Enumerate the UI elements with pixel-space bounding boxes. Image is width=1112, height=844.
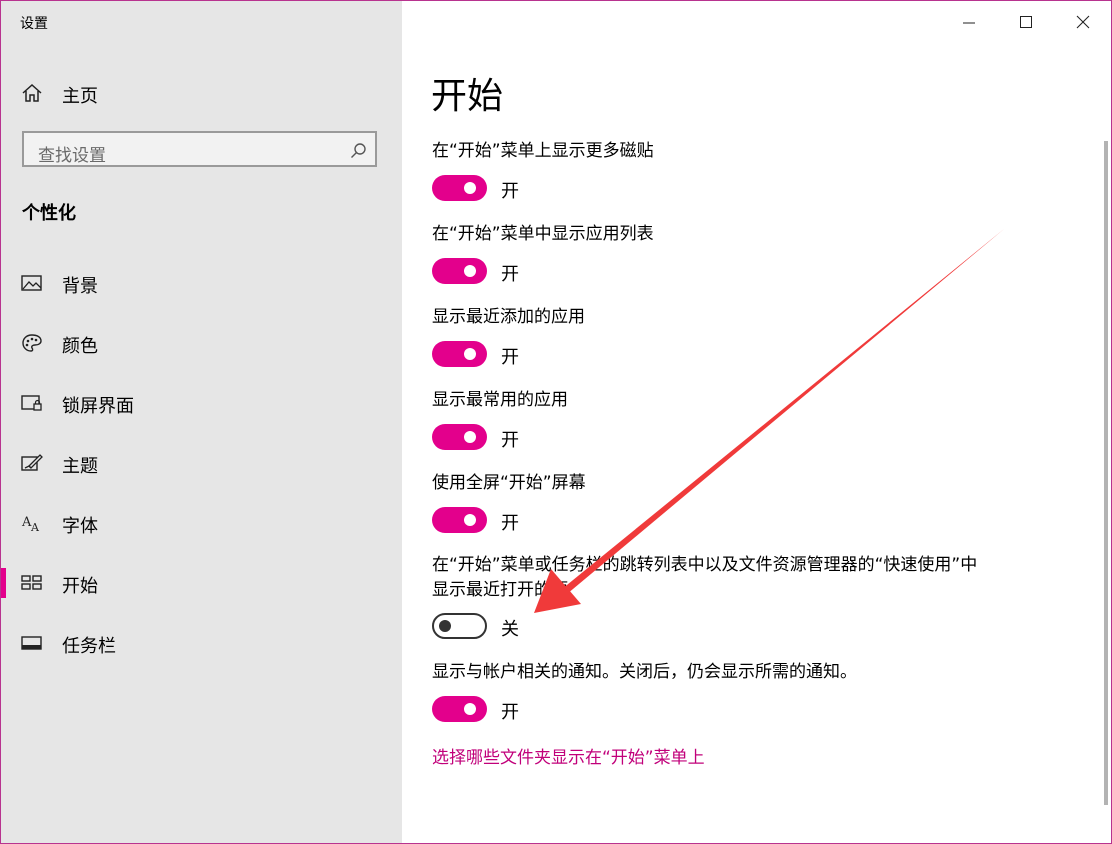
toggle-knob [464,703,476,715]
toggle-knob [464,348,476,360]
setting-label-recent-apps: 显示最近添加的应用 [432,307,585,327]
sidebar-home-label: 主页 [62,86,98,107]
svg-text:A: A [30,521,40,533]
window-title: 设置 [20,16,48,32]
sidebar-item-colors[interactable]: 颜色 [1,320,402,366]
active-indicator [1,568,6,598]
sidebar-item-label: 锁屏界面 [62,396,134,417]
page-title: 开始 [431,76,504,117]
sidebar-item-label: 背景 [62,276,98,297]
setting-label-more-tiles: 在“开始”菜单上显示更多磁贴 [432,141,654,161]
maximize-icon [1020,16,1032,28]
home-icon [21,83,43,103]
start-grid-icon [21,573,43,593]
toggle-knob [464,514,476,526]
setting-label-fullscreen: 使用全屏“开始”屏幕 [432,473,586,493]
toggle-state-text: 关 [501,619,519,640]
toggle-knob [439,620,451,632]
search-input[interactable]: 查找设置 [22,131,377,167]
sidebar-item-background[interactable]: 背景 [1,260,402,306]
sidebar-item-label: 任务栏 [62,636,116,657]
sidebar-item-taskbar[interactable]: 任务栏 [1,620,402,666]
toggle-state-text: 开 [501,513,519,534]
toggle-knob [464,431,476,443]
sidebar-item-label: 开始 [62,576,98,597]
toggle-more-tiles[interactable] [432,175,487,201]
toggle-most-used[interactable] [432,424,487,450]
sidebar-item-label: 颜色 [62,336,98,357]
setting-label-app-list: 在“开始”菜单中显示应用列表 [432,224,654,244]
sidebar-home[interactable]: 主页 [1,73,402,113]
scrollbar[interactable] [1104,141,1108,805]
search-icon [350,142,367,159]
setting-label-most-used: 显示最常用的应用 [432,390,568,410]
toggle-app-list[interactable] [432,258,487,284]
toggle-state-text: 开 [501,181,519,202]
sidebar-item-fonts[interactable]: AA 字体 [1,500,402,546]
toggle-state-text: 开 [501,347,519,368]
section-title: 个性化 [22,203,76,224]
setting-label-recent-items: 在“开始”菜单或任务栏的跳转列表中以及文件资源管理器的“快速使用”中显示最近打开… [432,555,978,600]
toggle-knob [464,182,476,194]
sidebar-item-themes[interactable]: 主题 [1,440,402,486]
toggle-fullscreen[interactable] [432,507,487,533]
picture-icon [21,273,43,293]
sidebar-item-label: 字体 [62,516,98,537]
sidebar-item-lock-screen[interactable]: 锁屏界面 [1,380,402,426]
maximize-button[interactable] [1003,7,1049,37]
sidebar-item-label: 主题 [62,456,98,477]
toggle-knob [464,265,476,277]
search-placeholder: 查找设置 [38,146,106,166]
toggle-state-text: 开 [501,430,519,451]
setting-label-account-notifications: 显示与帐户相关的通知。关闭后，仍会显示所需的通知。 [432,662,857,682]
font-icon: AA [21,513,43,534]
close-icon [1076,15,1090,29]
choose-folders-link[interactable]: 选择哪些文件夹显示在“开始”菜单上 [432,743,705,768]
taskbar-icon [21,633,43,653]
toggle-state-text: 开 [501,702,519,723]
minimize-icon [963,22,975,24]
lock-screen-icon [21,393,43,413]
sidebar: 设置 主页 查找设置 个性化 背景 颜色 锁屏界面 主题 A A 字体 开始 任… [1,1,402,843]
minimize-button[interactable] [946,7,992,37]
palette-icon [21,333,43,353]
toggle-account-notifications[interactable] [432,696,487,722]
theme-brush-icon [21,453,43,473]
close-button[interactable] [1060,7,1106,37]
toggle-recent-apps[interactable] [432,341,487,367]
settings-window: 设置 主页 查找设置 个性化 背景 颜色 锁屏界面 主题 A A 字体 开始 任… [0,0,1112,844]
toggle-recent-items[interactable] [432,613,487,639]
toggle-state-text: 开 [501,264,519,285]
sidebar-item-start[interactable]: 开始 [1,560,402,606]
